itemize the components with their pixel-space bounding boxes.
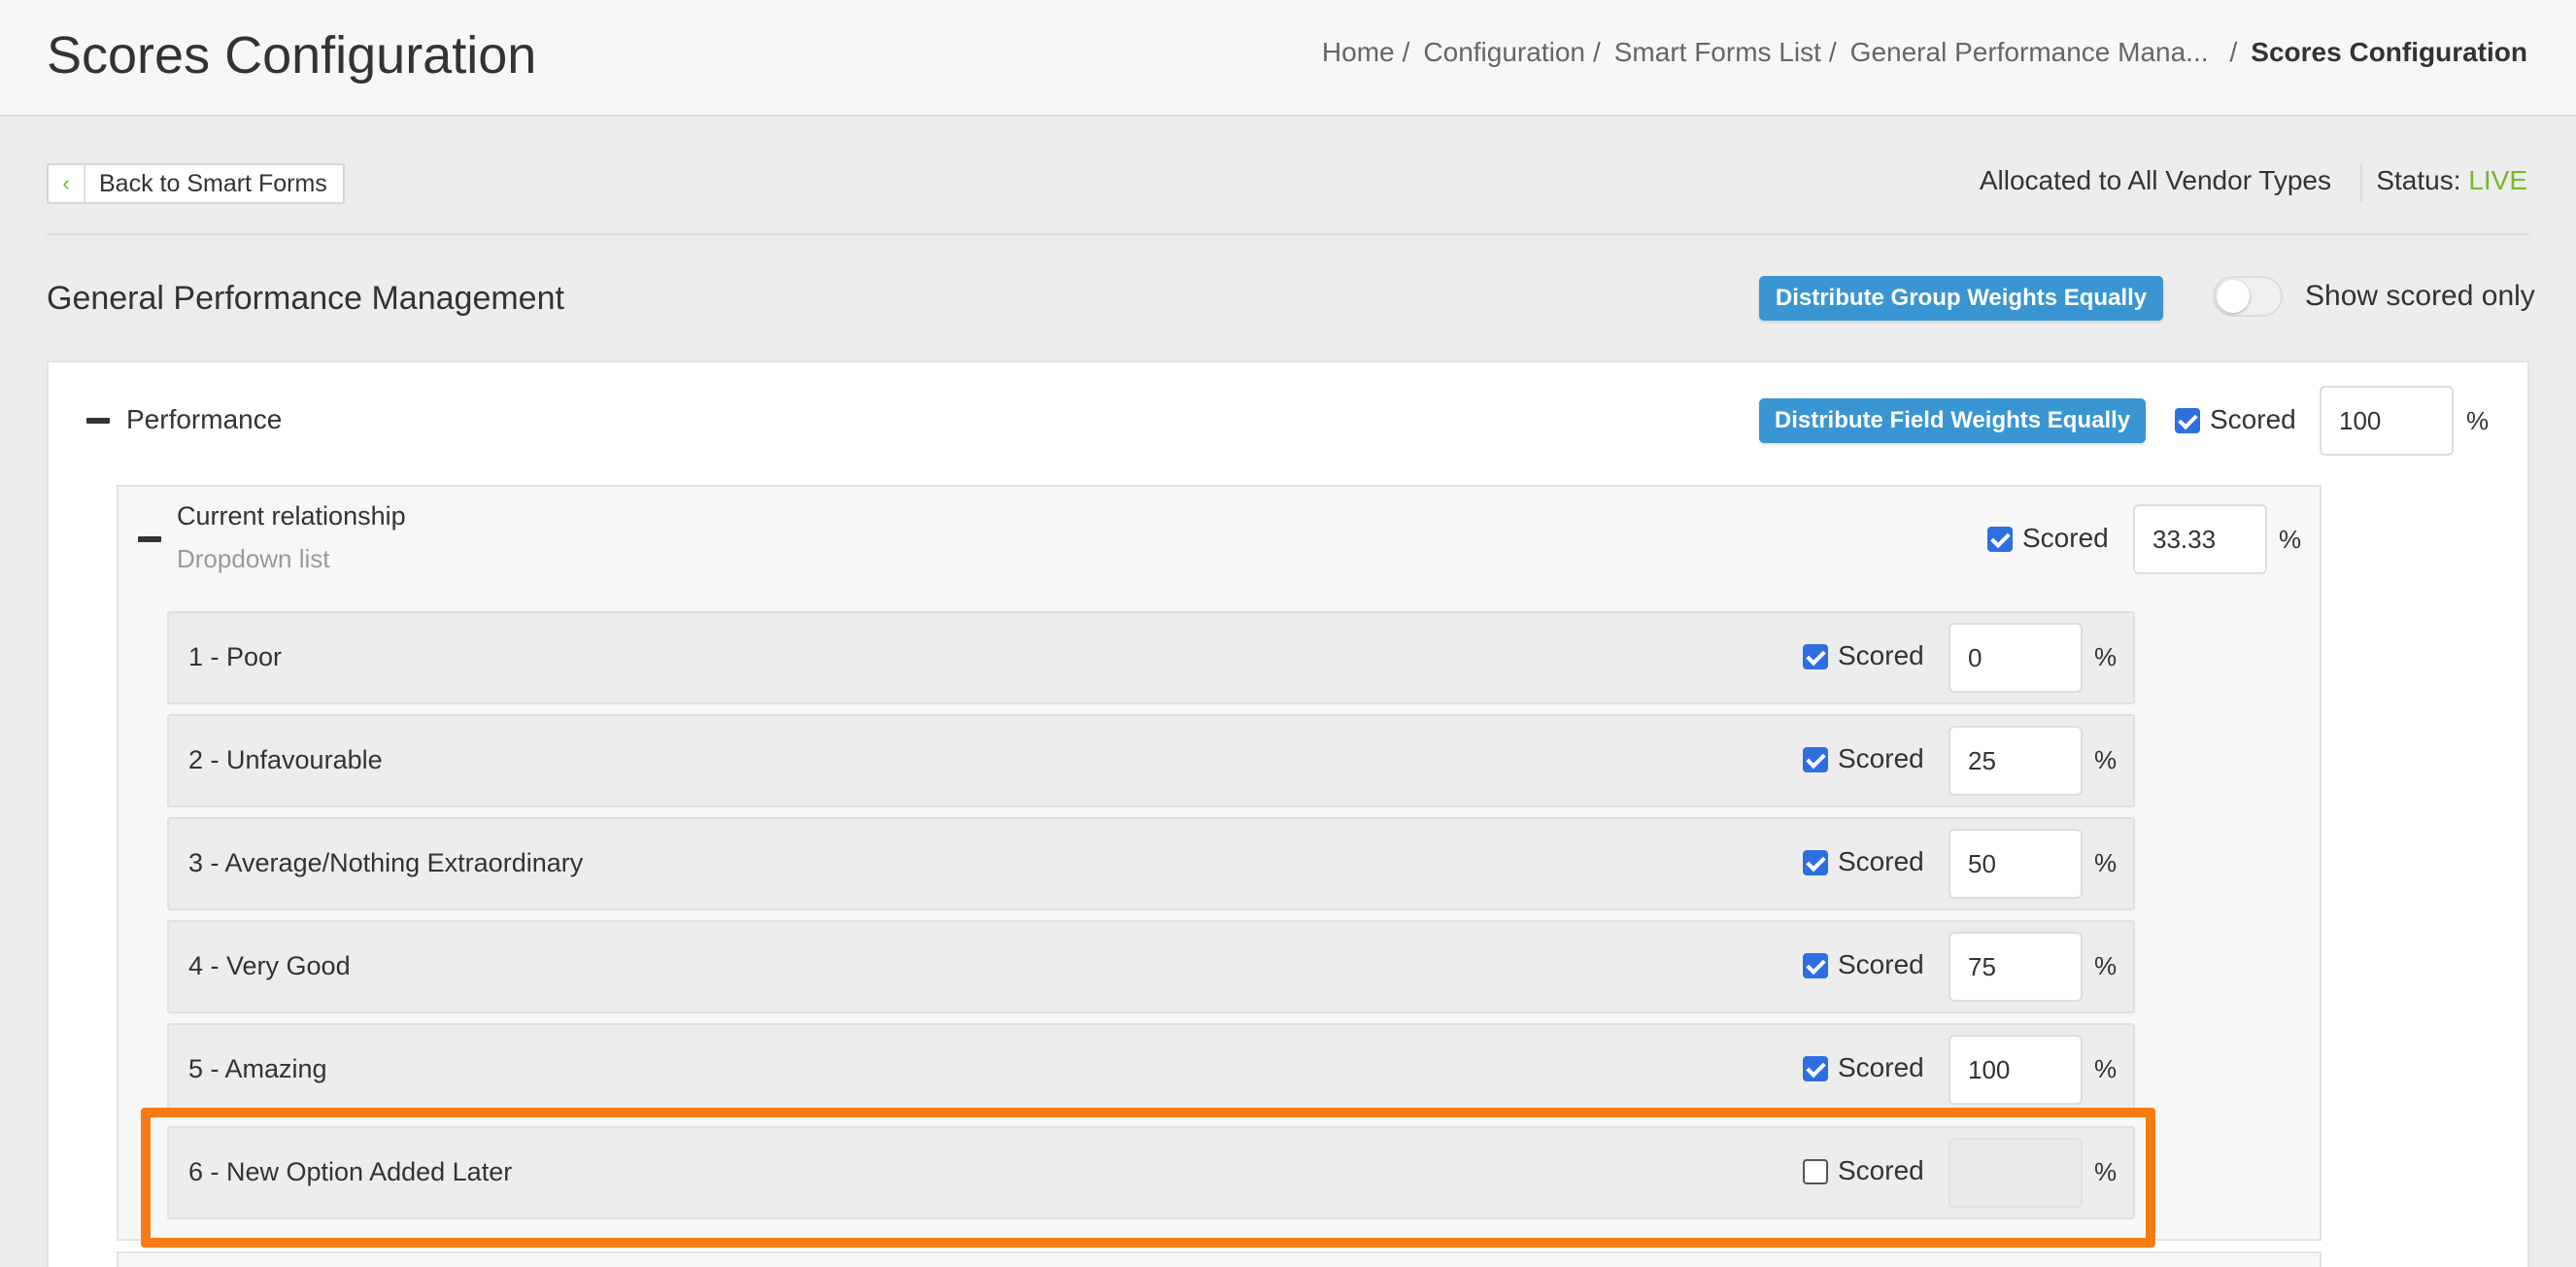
field-scored-checkbox[interactable] — [1987, 527, 2013, 552]
back-to-smart-forms-button[interactable]: ‹ Back to Smart Forms — [47, 163, 345, 204]
percent-sign: % — [2094, 1054, 2118, 1083]
status-value: LIVE — [2468, 165, 2527, 195]
divider — [47, 233, 2529, 235]
option-scored-label: Scored — [1838, 743, 1924, 773]
breadcrumb-separator: / — [2229, 37, 2238, 67]
breadcrumb-current: Scores Configuration — [2251, 37, 2527, 67]
option-weight-input[interactable]: 75 — [1949, 932, 2083, 1002]
page-title: Scores Configuration — [47, 26, 537, 85]
option-scored-checkbox[interactable] — [1803, 850, 1828, 875]
highlight-box — [141, 1108, 2155, 1248]
percent-sign: % — [2466, 406, 2490, 435]
option-label: 2 - Unfavourable — [188, 745, 383, 774]
show-scored-only-toggle[interactable] — [2213, 276, 2283, 317]
status-label: Status: — [2376, 165, 2461, 195]
group-name: Performance — [126, 404, 283, 434]
top-header: Scores Configuration Home / Configuration… — [0, 0, 2576, 117]
allocation-text: Allocated to All Vendor Types — [1979, 165, 2331, 195]
collapse-field-icon[interactable] — [138, 536, 161, 542]
option-scored-checkbox[interactable] — [1803, 1056, 1828, 1081]
option-row: 5 - Amazing Scored 100 % — [167, 1023, 2135, 1116]
option-scored-checkbox[interactable] — [1803, 953, 1828, 978]
breadcrumb: Home / Configuration / Smart Forms List / G… — [1322, 37, 2527, 68]
percent-sign: % — [2279, 525, 2302, 554]
breadcrumb-separator: / — [1828, 37, 1837, 67]
option-scored-label: Scored — [1838, 949, 1924, 979]
option-scored-label: Scored — [1838, 640, 1924, 670]
option-scored-checkbox[interactable] — [1803, 747, 1828, 772]
back-button-label: Back to Smart Forms — [99, 169, 327, 197]
breadcrumb-form[interactable]: General Performance Mana... — [1850, 37, 2209, 68]
divider — [2360, 163, 2362, 202]
group-scored-checkbox[interactable] — [2175, 408, 2200, 433]
group-scored-label: Scored — [2210, 404, 2296, 434]
distribute-group-weights-button[interactable]: Distribute Group Weights Equally — [1759, 276, 2163, 321]
option-scored-label: Scored — [1838, 846, 1924, 876]
breadcrumb-separator: / — [1402, 37, 1410, 67]
distribute-field-weights-button[interactable]: Distribute Field Weights Equally — [1759, 398, 2146, 443]
option-weight-input[interactable]: 50 — [1949, 829, 2083, 899]
chevron-left-icon: ‹ — [49, 165, 85, 202]
option-row: 3 - Average/Nothing Extraordinary Scored… — [167, 817, 2135, 910]
percent-sign: % — [2094, 951, 2118, 980]
percent-sign: % — [2094, 848, 2118, 877]
option-label: 1 - Poor — [188, 642, 283, 671]
field-type: Dropdown list — [177, 544, 330, 573]
status-indicator: Status: LIVE — [2376, 165, 2527, 196]
breadcrumb-smart-forms-list[interactable]: Smart Forms List — [1614, 37, 1821, 68]
option-row: 4 - Very Good Scored 75 % — [167, 920, 2135, 1013]
next-field-panel — [117, 1251, 2322, 1267]
option-scored-checkbox[interactable] — [1803, 644, 1828, 669]
form-title: General Performance Management — [47, 280, 564, 317]
option-weight-input[interactable]: 0 — [1949, 623, 2083, 693]
option-weight-input[interactable]: 100 — [1949, 1035, 2083, 1105]
option-label: 5 - Amazing — [188, 1054, 327, 1083]
percent-sign: % — [2094, 745, 2118, 774]
field-scored-label: Scored — [2022, 523, 2109, 553]
breadcrumb-configuration[interactable]: Configuration — [1423, 37, 1585, 68]
breadcrumb-separator: / — [1592, 37, 1601, 67]
field-name: Current relationship — [177, 501, 406, 531]
option-label: 4 - Very Good — [188, 951, 351, 980]
collapse-group-icon[interactable] — [86, 418, 110, 424]
breadcrumb-home[interactable]: Home — [1322, 37, 1395, 68]
percent-sign: % — [2094, 642, 2118, 671]
toggle-knob — [2217, 280, 2250, 313]
field-weight-input[interactable]: 33.33 — [2133, 504, 2267, 574]
option-row: 2 - Unfavourable Scored 25 % — [167, 714, 2135, 807]
show-scored-only-label: Show scored only — [2305, 280, 2535, 312]
group-weight-input[interactable]: 100 — [2320, 386, 2454, 456]
option-weight-input[interactable]: 25 — [1949, 726, 2083, 796]
option-row: 1 - Poor Scored 0 % — [167, 611, 2135, 704]
option-label: 3 - Average/Nothing Extraordinary — [188, 848, 584, 877]
option-scored-label: Scored — [1838, 1052, 1924, 1082]
